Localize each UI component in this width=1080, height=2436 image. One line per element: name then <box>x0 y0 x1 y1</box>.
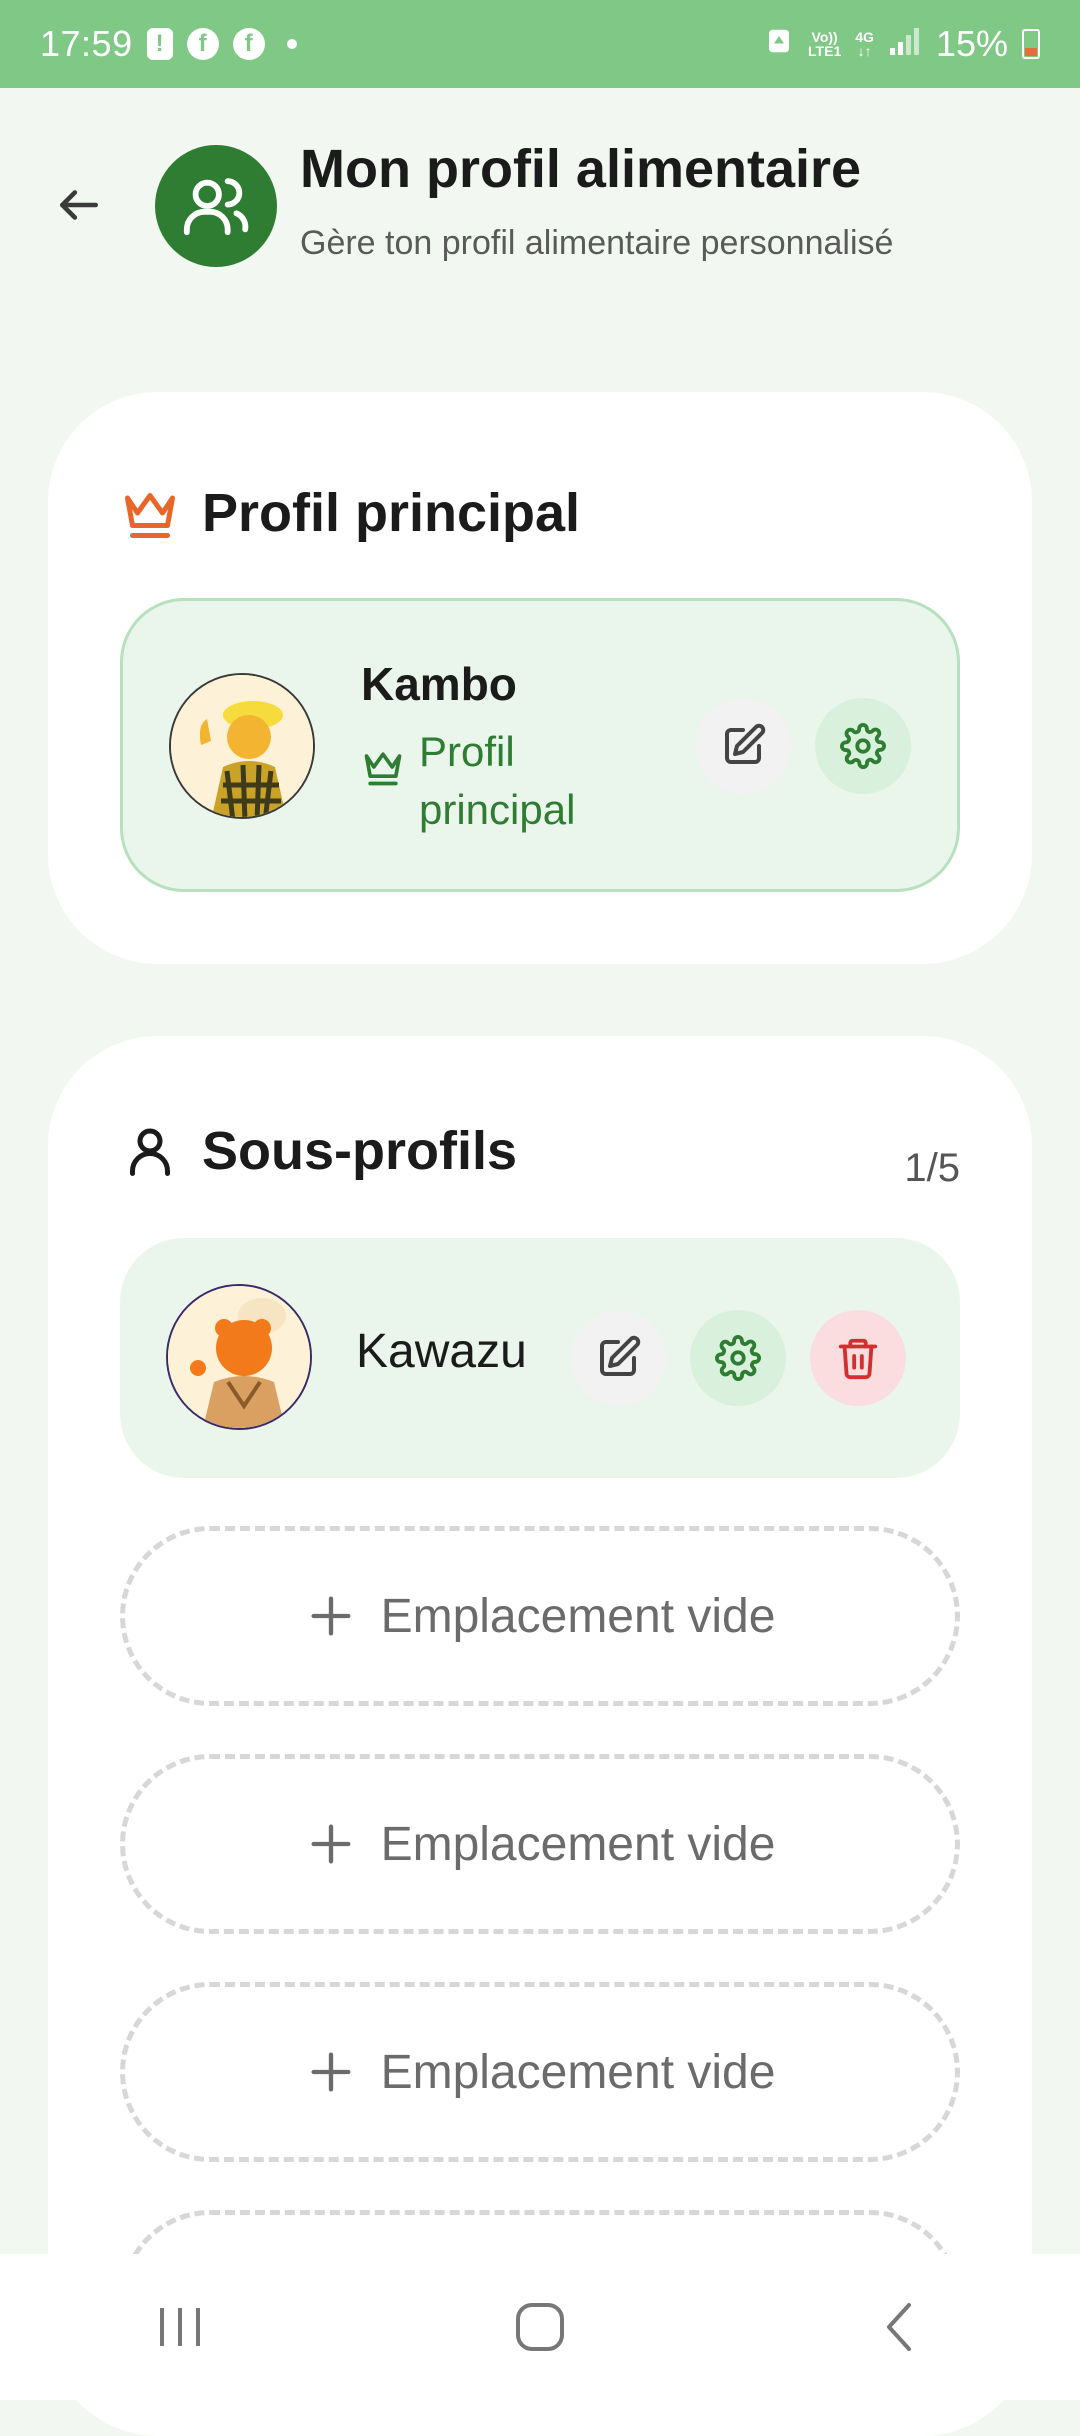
edit-main-profile-button[interactable] <box>695 698 791 794</box>
main-profile-card: Profil principal Kambo Profil principal <box>48 392 1032 964</box>
user-icon <box>130 1128 170 1176</box>
battery-icon <box>1022 29 1040 59</box>
status-time: 17:59 <box>40 23 133 64</box>
main-profile-header: Profil principal <box>120 482 580 544</box>
users-icon <box>183 178 249 236</box>
empty-slot-label: Emplacement vide <box>380 2045 776 2099</box>
alert-notification-icon: ! <box>146 28 173 60</box>
status-bar: 17:59 ! f f Vo)) LTE1 4G ↓↑ 15% <box>0 0 1080 88</box>
sub-profiles-count: 1/5 <box>904 1146 960 1190</box>
gear-icon <box>840 723 886 769</box>
empty-slot-1[interactable]: Emplacement vide <box>120 1526 960 1706</box>
main-profile-item[interactable]: Kambo Profil principal <box>120 598 960 892</box>
edit-icon <box>725 723 766 764</box>
battery-percentage: 15% <box>935 23 1008 64</box>
profiles-avatar <box>155 145 277 267</box>
page-header: Mon profil alimentaire Gère ton profil a… <box>0 88 1080 328</box>
main-profile-badge-label: Profil principal <box>419 728 576 833</box>
edit-icon <box>600 1335 641 1376</box>
empty-slot-2[interactable]: Emplacement vide <box>120 1754 960 1934</box>
avatar <box>169 673 315 819</box>
system-nav-bar <box>0 2254 1080 2400</box>
home-icon <box>516 2303 564 2351</box>
main-profile-badge: Profil principal <box>361 723 619 839</box>
sub-profile-item[interactable]: Kawazu <box>120 1238 960 1478</box>
volte-indicator: Vo)) LTE1 <box>808 29 842 59</box>
gear-icon <box>715 1335 761 1381</box>
settings-sub-profile-button[interactable] <box>690 1310 786 1406</box>
page-title: Mon profil alimentaire <box>300 139 862 199</box>
empty-slot-label: Emplacement vide <box>380 1817 776 1871</box>
more-notifications-dot-icon <box>286 39 297 49</box>
delete-sub-profile-button[interactable] <box>810 1310 906 1406</box>
facebook-notification-icon-2: f <box>232 28 265 60</box>
sub-profiles-card: Sous-profils 1/5 Kawazu Emplacement vide… <box>48 1036 1032 2436</box>
settings-main-profile-button[interactable] <box>815 698 911 794</box>
crown-icon <box>364 752 402 786</box>
home-button[interactable] <box>480 2277 600 2377</box>
plus-icon <box>311 2052 351 2092</box>
crown-icon <box>125 493 175 538</box>
arrow-left-icon <box>60 190 98 220</box>
empty-slot-label: Emplacement vide <box>380 1589 776 1643</box>
plus-icon <box>311 1596 351 1636</box>
facebook-notification-icon: f <box>186 28 219 60</box>
empty-slot-3[interactable]: Emplacement vide <box>120 1982 960 2162</box>
recycle-icon <box>764 23 794 65</box>
sub-profiles-header: Sous-profils <box>120 1120 517 1182</box>
avatar <box>166 1284 312 1430</box>
sub-profile-name: Kawazu <box>356 1325 527 1378</box>
trash-icon <box>838 1338 878 1380</box>
back-nav-button[interactable] <box>840 2277 960 2377</box>
main-profile-title: Profil principal <box>202 483 581 543</box>
network-type-indicator: 4G ↓↑ <box>855 29 874 59</box>
signal-icon <box>888 23 922 65</box>
chevron-left-icon <box>887 2303 911 2351</box>
main-profile-name: Kambo <box>361 658 517 710</box>
page-subtitle: Gère ton profil alimentaire personnalisé <box>300 224 894 262</box>
sub-profiles-title: Sous-profils <box>202 1121 518 1181</box>
plus-icon <box>311 1824 351 1864</box>
back-button[interactable] <box>44 170 114 240</box>
edit-sub-profile-button[interactable] <box>570 1310 666 1406</box>
recent-apps-icon <box>160 2308 200 2346</box>
recent-apps-button[interactable] <box>120 2277 240 2377</box>
